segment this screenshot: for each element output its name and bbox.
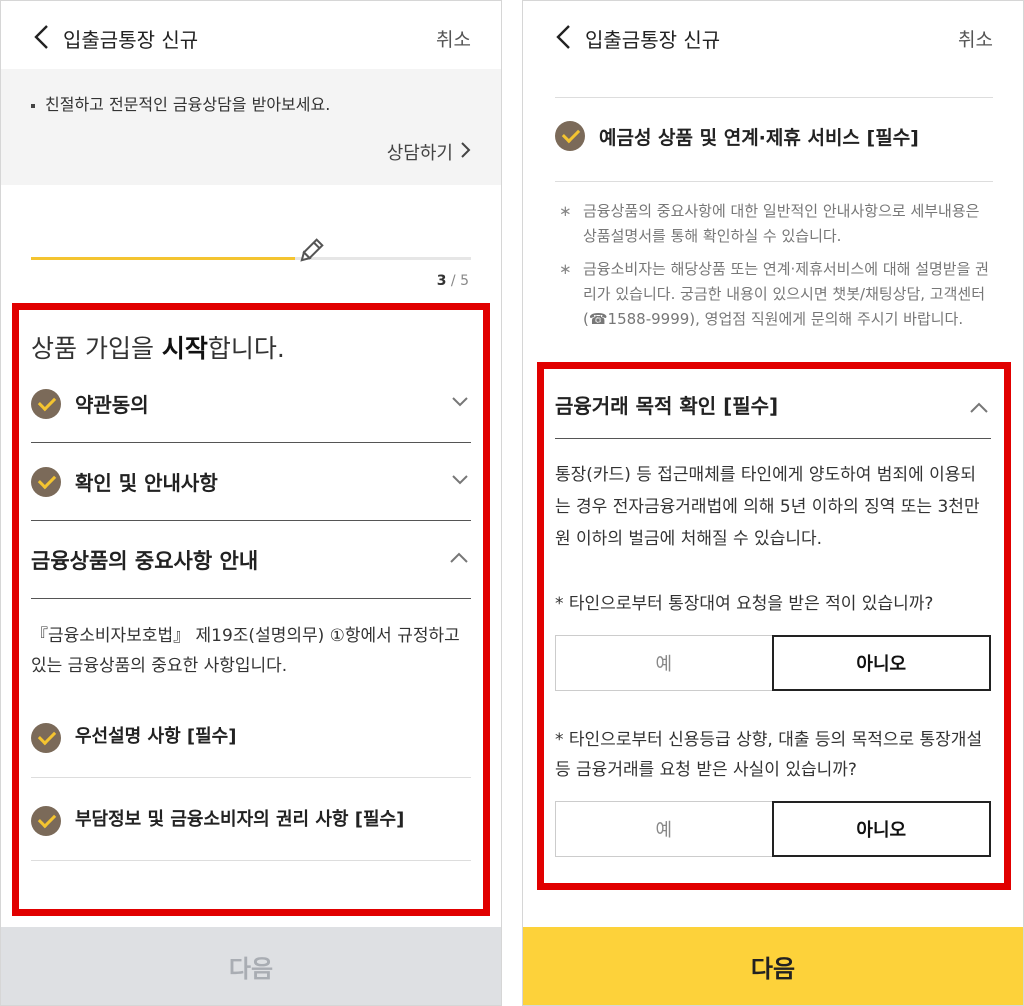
progress-bar [31, 257, 471, 260]
yes-button[interactable]: 예 [555, 801, 772, 857]
yes-no-toggle: 예 아니오 [555, 635, 991, 691]
check-circle-icon [31, 388, 61, 419]
header: 입출금통장 신규 취소 [523, 1, 1023, 71]
notes: ∗ 금융상품의 중요사항에 대한 일반적인 안내사항으로 세부내용은 상품설명서를… [559, 199, 993, 340]
consult-link[interactable]: 상담하기 [387, 139, 471, 165]
page-title: 입출금통장 신규 [63, 28, 199, 52]
terms-agreement-row[interactable]: 약관동의 [31, 365, 471, 443]
right-screen: 입출금통장 신규 취소 예금성 상품 및 연계·제휴 서비스 [필수] ∗ 금융상… [522, 0, 1024, 1006]
chevron-right-icon [459, 141, 471, 164]
form-content: 상품 가입을 시작합니다. 약관동의 확인 및 안내사항 금융상품의 중요사항 … [31, 321, 471, 861]
step-separator: / [450, 273, 456, 289]
note-item: ∗ 금융상품의 중요사항에 대한 일반적인 안내사항으로 세부내용은 상품설명서를… [559, 199, 993, 249]
consult-link-label: 상담하기 [386, 143, 453, 164]
intro-prefix: 상품 가입을 [31, 334, 162, 363]
progress-fill [31, 257, 295, 260]
no-button[interactable]: 아니오 [771, 801, 991, 857]
chevron-down-icon[interactable] [451, 393, 469, 411]
next-button[interactable]: 다음 [523, 927, 1023, 1005]
chevron-down-icon[interactable] [451, 471, 469, 489]
divider [555, 181, 993, 182]
yes-button[interactable]: 예 [555, 635, 772, 691]
bullet-icon [31, 103, 35, 108]
step-current: 3 [436, 273, 447, 289]
chevron-left-icon[interactable] [553, 23, 579, 51]
cancel-button[interactable]: 취소 [436, 25, 471, 52]
page-title: 입출금통장 신규 [585, 28, 721, 52]
divider [555, 883, 991, 884]
asterisk-icon: ∗ [559, 260, 572, 278]
header: 입출금통장 신규 취소 [1, 1, 501, 71]
consult-message: 친절하고 전문적인 금융상담을 받아보세요. [45, 95, 331, 114]
consult-banner: 친절하고 전문적인 금융상담을 받아보세요. 상담하기 [1, 69, 501, 185]
no-button[interactable]: 아니오 [771, 635, 991, 691]
deposit-product-label: 예금성 상품 및 연계·제휴 서비스 [필수] [599, 126, 919, 149]
next-button[interactable]: 다음 [1, 927, 501, 1005]
purpose-title: 금융거래 목적 확인 [필수] [555, 394, 779, 418]
chevron-left-icon[interactable] [31, 23, 57, 51]
check-circle-icon [31, 723, 61, 753]
step-total: 5 [460, 273, 469, 289]
divider [555, 97, 993, 98]
yes-no-toggle: 예 아니오 [555, 801, 991, 857]
intro-heading: 상품 가입을 시작합니다. [31, 329, 471, 365]
priority-explanation-label: 우선설명 사항 [필수] [75, 726, 237, 747]
asterisk-icon: ∗ [559, 202, 572, 220]
confirm-notice-row[interactable]: 확인 및 안내사항 [31, 443, 471, 521]
confirm-notice-label: 확인 및 안내사항 [75, 471, 218, 495]
burden-rights-row[interactable]: 부담정보 및 금융소비자의 권리 사항 [필수] [31, 778, 471, 861]
check-circle-icon [31, 806, 61, 836]
left-screen: 입출금통장 신규 취소 친절하고 전문적인 금융상담을 받아보세요. 상담하기 … [0, 0, 502, 1006]
burden-rights-label: 부담정보 및 금융소비자의 권리 사항 [필수] [75, 809, 405, 830]
consult-text: 친절하고 전문적인 금융상담을 받아보세요. [31, 91, 330, 115]
chevron-up-icon[interactable] [449, 549, 469, 567]
purpose-header[interactable]: 금융거래 목적 확인 [필수] [555, 371, 991, 439]
question-text: * 타인으로부터 통장대여 요청을 받은 적이 있습니까? [555, 594, 934, 614]
question-text: * 타인으로부터 신용등급 상향, 대출 등의 목적으로 통장개설 등 금융거래… [555, 730, 983, 780]
purpose-description: 통장(카드) 등 접근매체를 타인에게 양도하여 범죄에 이용되는 경우 전자금… [555, 465, 980, 549]
check-circle-icon [555, 121, 585, 151]
note-text: 금융상품의 중요사항에 대한 일반적인 안내사항으로 세부내용은 상품설명서를 … [583, 202, 980, 245]
note-item: ∗ 금융소비자는 해당상품 또는 연계·제휴서비스에 대해 설명받을 권리가 있습… [559, 257, 993, 332]
check-circle-icon [31, 466, 61, 497]
pencil-icon [300, 238, 324, 262]
terms-agreement-label: 약관동의 [75, 393, 149, 417]
chevron-up-icon[interactable] [969, 399, 989, 417]
important-notice-section[interactable]: 금융상품의 중요사항 안내 [31, 521, 471, 599]
intro-suffix: 합니다. [207, 334, 285, 363]
cancel-button[interactable]: 취소 [958, 25, 993, 52]
transaction-purpose-section: 금융거래 목적 확인 [필수] 통장(카드) 등 접근매체를 타인에게 양도하여… [555, 371, 991, 884]
step-counter: 3 / 5 [437, 273, 469, 289]
intro-bold: 시작 [161, 334, 208, 363]
note-text: 금융소비자는 해당상품 또는 연계·제휴서비스에 대해 설명받을 권리가 있습니… [583, 260, 989, 328]
deposit-product-row[interactable]: 예금성 상품 및 연계·제휴 서비스 [필수] [555, 121, 993, 151]
section-title: 금융상품의 중요사항 안내 [31, 548, 259, 573]
section-description: 『금융소비자보호법』 제19조(설명의무) ①항에서 규정하고 있는 금융상품의… [31, 626, 460, 676]
priority-explanation-row[interactable]: 우선설명 사항 [필수] [31, 695, 471, 778]
